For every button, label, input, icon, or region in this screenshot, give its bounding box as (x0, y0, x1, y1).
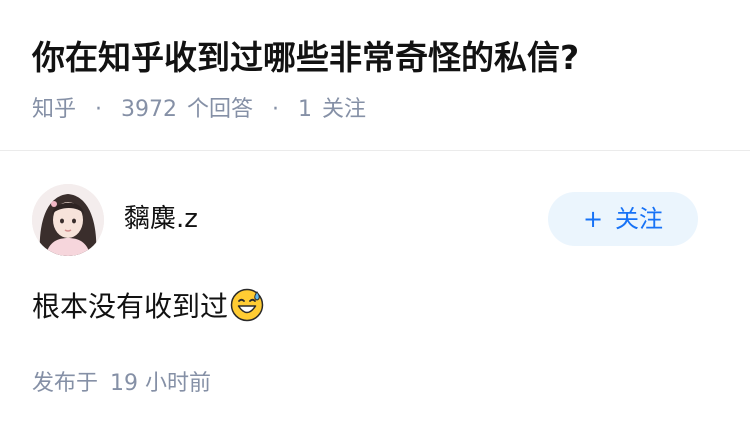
avatar[interactable] (32, 184, 104, 256)
follow-button[interactable]: + 关注 (548, 192, 698, 246)
answer-text: 根本没有收到过 (32, 290, 229, 323)
follower-count: 1 (298, 97, 313, 122)
answer-count-unit[interactable]: 个回答 (187, 97, 253, 122)
answer-content[interactable]: 根本没有收到过 (32, 286, 264, 334)
question-source[interactable]: 知乎 (32, 97, 76, 122)
time-value: 19 (110, 371, 139, 396)
follower-count-unit: 关注 (322, 97, 367, 122)
meta-separator: · (95, 97, 103, 122)
answer-count: 3972 (121, 97, 178, 122)
time-unit: 小时前 (145, 371, 212, 396)
answer-time: 发布于 19 小时前 (32, 368, 211, 400)
plus-icon: + (582, 205, 604, 233)
follow-button-label: 关注 (615, 205, 664, 233)
sweat-smile-emoji-icon (230, 288, 264, 334)
avatar-image (32, 184, 104, 256)
divider (0, 150, 750, 151)
answer-page: 你在知乎收到过哪些非常奇怪的私信? 知乎 · 3972 个回答 · 1 关注 黐麋.… (0, 0, 750, 434)
author-name[interactable]: 黐麋.z (124, 200, 198, 238)
question-title[interactable]: 你在知乎收到过哪些非常奇怪的私信? (32, 34, 732, 82)
meta-separator: · (272, 97, 280, 122)
time-prefix: 发布于 (32, 371, 99, 396)
question-meta: 知乎 · 3972 个回答 · 1 关注 (32, 94, 366, 126)
